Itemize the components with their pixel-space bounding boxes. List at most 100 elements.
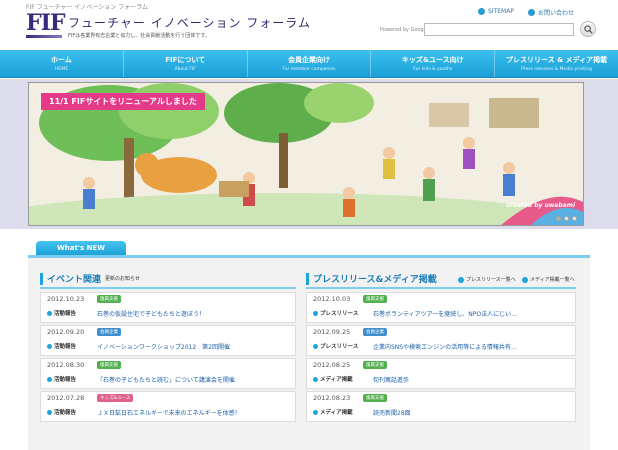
nav-label: ホーム: [51, 56, 72, 64]
category-label: 活動報告: [54, 344, 77, 350]
news-date: 2012.10.03: [313, 295, 351, 303]
slide-dot[interactable]: [556, 216, 561, 221]
news-category: 活動報告: [47, 408, 76, 416]
arrow-icon: [458, 276, 464, 283]
arrow-icon: [313, 376, 318, 382]
news-category: メディア掲載: [313, 408, 353, 416]
news-category: 活動報告: [47, 375, 76, 383]
arrow-icon: [522, 276, 528, 283]
news-title-link[interactable]: 旬刊寓話進歩: [373, 375, 573, 384]
contact-label: お問い合わせ: [538, 10, 575, 17]
arrow-icon: [313, 409, 318, 415]
list-item[interactable]: 2012.08.23 復興支援 メディア掲載 読売新聞28面: [306, 391, 576, 422]
news-date: 2012.07.28: [47, 394, 85, 402]
logo-text: FIF: [26, 10, 66, 36]
whatsnew-tab: What's NEW: [36, 241, 126, 255]
nav-item-kids[interactable]: キッズ&ユース向け For kids & youths: [371, 50, 496, 77]
arrow-icon: [47, 343, 52, 349]
category-badge: 復興支援: [97, 361, 121, 369]
nav-sublabel: For member companies: [282, 67, 336, 72]
slide-dot[interactable]: [572, 216, 577, 221]
nav-item-home[interactable]: ホーム HOME: [0, 50, 124, 77]
events-heading: イベント関連 更新のお知らせ: [40, 272, 140, 285]
arrow-icon: [313, 343, 318, 349]
nav-sublabel: Press releases & Media printing: [521, 67, 593, 72]
arrow-icon: [47, 310, 52, 316]
list-item[interactable]: 2012.10.03 復興支援 プレスリリース 石巻ボランティアツアーを継続し、…: [306, 292, 576, 323]
nav-label: キッズ&ユース向け: [401, 56, 464, 64]
heading-bar: [306, 272, 309, 285]
nav-sublabel: About FIF: [174, 67, 196, 72]
contact-link[interactable]: お問い合わせ: [528, 8, 574, 17]
category-label: 活動報告: [54, 410, 77, 416]
news-category: 活動報告: [47, 309, 76, 317]
slide-dot[interactable]: [564, 216, 569, 221]
nav-item-press[interactable]: プレスリリース & メディア掲載 Press releases & Media …: [495, 50, 618, 77]
list-item[interactable]: 2012.08.25 復興支援 メディア掲載 旬刊寓話進歩: [306, 358, 576, 389]
list-item[interactable]: 2012.08.30 復興支援 活動報告 「石巻の子どもたちと読む」について講演…: [40, 358, 296, 389]
sitemap-link[interactable]: SITEMAP: [478, 8, 514, 15]
category-badge: 復興支援: [97, 295, 121, 303]
press-divider: [306, 287, 576, 289]
category-label: 活動報告: [54, 311, 77, 317]
news-category: プレスリリース: [313, 309, 358, 317]
news-title-link[interactable]: ＪＸ日鉱日石エネルギーで未来のエネルギーを体感！: [97, 408, 293, 417]
heading-bar: [40, 272, 43, 285]
list-item[interactable]: 2012.09.25 会員企業 プレスリリース 企業内SNSや検索エンジンの活用…: [306, 325, 576, 356]
nav-label: 会員企業向け: [287, 56, 330, 64]
news-title-link[interactable]: 企業内SNSや検索エンジンの活用等による情報共有…: [373, 342, 573, 351]
news-date: 2012.09.25: [313, 328, 351, 336]
search-icon: [583, 24, 593, 34]
hero-slideshow[interactable]: 11/1 FIFサイトをリニューアルしました created by uwabam…: [28, 82, 584, 226]
news-title-link[interactable]: 石巻ボランティアツアーを継続し、NPO法人にじい…: [373, 309, 573, 318]
site-title[interactable]: フューチャー イノベーション フォーラム: [68, 14, 311, 31]
press-list-link[interactable]: プレスリリース一覧へ: [458, 276, 516, 283]
news-category: プレスリリース: [313, 342, 358, 350]
nav-item-members[interactable]: 会員企業向け For member companies: [248, 50, 372, 77]
category-badge: 会員企業: [363, 328, 387, 336]
nav-sublabel: For kids & youths: [413, 67, 453, 72]
site-subtitle: FIFは各業界有志企業と協力し、社会貢献活動を行う団体です。: [68, 33, 210, 39]
sitemap-label: SITEMAP: [488, 8, 514, 15]
category-label: プレスリリース: [320, 344, 359, 350]
news-category: 活動報告: [47, 342, 76, 350]
arrow-icon: [47, 409, 52, 415]
search-button[interactable]: [580, 21, 596, 37]
arrow-icon: [313, 310, 318, 316]
list-item[interactable]: 2012.09.20 会員企業 活動報告 イノベーションワークショップ2012 …: [40, 325, 296, 356]
news-date: 2012.10.23: [47, 295, 85, 303]
nav-label: FIFについて: [165, 56, 206, 64]
media-list-label: メディア掲載一覧へ: [530, 277, 575, 283]
news-date: 2012.08.25: [313, 361, 351, 369]
category-badge: 復興支援: [363, 394, 387, 402]
mail-icon: [528, 9, 535, 16]
category-label: 活動報告: [54, 377, 77, 383]
slideshow-dots: [556, 216, 577, 221]
news-date: 2012.08.23: [313, 394, 351, 402]
category-badge: 復興支援: [363, 361, 387, 369]
nav-sublabel: HOME: [54, 67, 69, 72]
nav-item-about[interactable]: FIFについて About FIF: [124, 50, 248, 77]
search-input[interactable]: [424, 23, 574, 36]
news-title-link[interactable]: イノベーションワークショップ2012 第2回開催: [97, 342, 293, 351]
sitemap-icon: [478, 8, 485, 15]
news-title-link[interactable]: 「石巻の子どもたちと読む」について講演会を開催: [97, 375, 293, 384]
site-logo[interactable]: FIF: [26, 10, 66, 38]
events-subtitle: 更新のお知らせ: [105, 276, 140, 282]
category-label: メディア掲載: [320, 377, 353, 383]
category-badge: 会員企業: [97, 328, 121, 336]
press-heading: プレスリリース&メディア掲載: [306, 272, 437, 285]
news-title-link[interactable]: 読売新聞28面: [373, 408, 573, 417]
news-title-link[interactable]: 石巻の仮設住宅で子どもたちと遊ぼう！: [97, 309, 293, 318]
category-label: メディア掲載: [320, 410, 353, 416]
nav-label: プレスリリース & メディア掲載: [506, 56, 608, 64]
list-item[interactable]: 2012.10.23 復興支援 活動報告 石巻の仮設住宅で子どもたちと遊ぼう！: [40, 292, 296, 323]
press-title: プレスリリース&メディア掲載: [313, 275, 437, 285]
hero-banner[interactable]: 11/1 FIFサイトをリニューアルしました: [41, 93, 205, 110]
news-date: 2012.09.20: [47, 328, 85, 336]
category-badge: キッズ&ユース: [97, 394, 134, 402]
media-list-link[interactable]: メディア掲載一覧へ: [522, 276, 575, 283]
hero-credit: created by uwabami: [506, 202, 575, 209]
category-badge: 復興支援: [363, 295, 387, 303]
list-item[interactable]: 2012.07.28 キッズ&ユース 活動報告 ＪＸ日鉱日石エネルギーで未来のエ…: [40, 391, 296, 422]
